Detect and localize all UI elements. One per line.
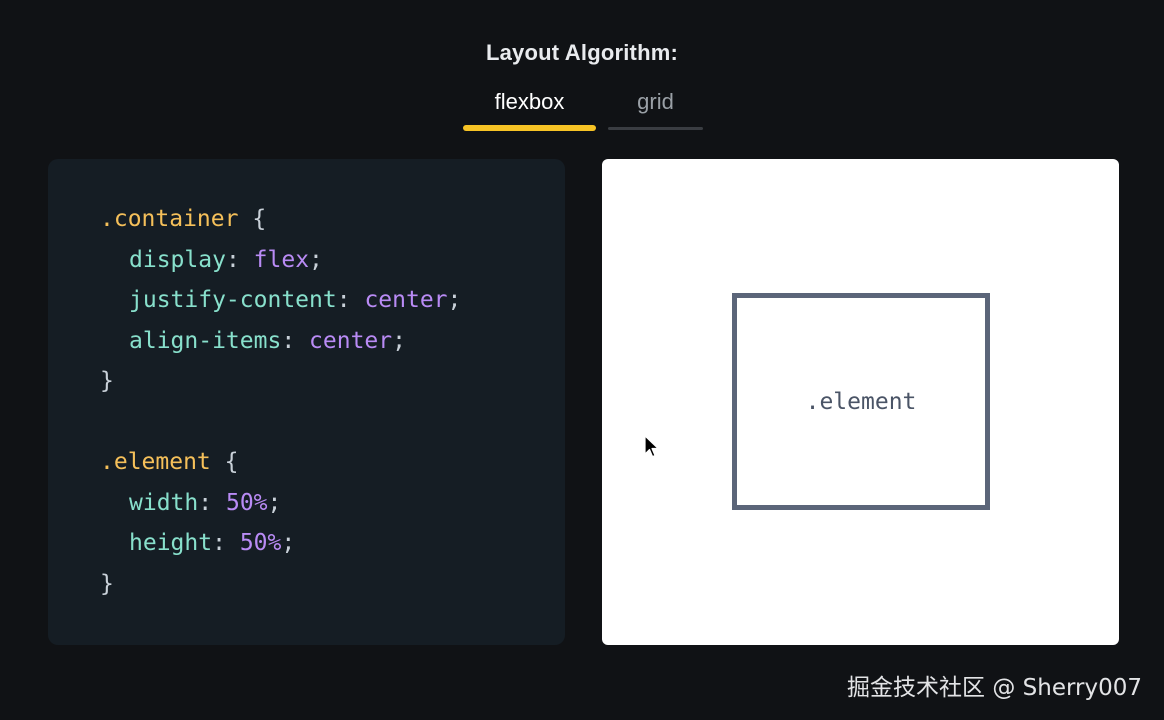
code-line-align-items: align-items: center; bbox=[100, 321, 565, 362]
close-brace: } bbox=[100, 570, 114, 597]
tab-grid[interactable]: grid bbox=[608, 86, 703, 131]
code-line-container-open: .container { bbox=[100, 199, 565, 240]
code-line-element-close: } bbox=[100, 564, 565, 605]
css-value: 50% bbox=[239, 530, 282, 556]
css-property: width bbox=[129, 489, 199, 516]
colon: : bbox=[336, 287, 351, 313]
code-line-width: width: 50%; bbox=[100, 483, 565, 524]
semicolon: ; bbox=[309, 246, 323, 273]
css-property: align-items bbox=[129, 327, 282, 354]
code-line-justify-content: justify-content: center; bbox=[100, 280, 565, 321]
code-panel: .container { display: flex; justify-cont… bbox=[48, 159, 565, 645]
code-line-height: height: 50%; bbox=[100, 523, 565, 564]
colon: : bbox=[198, 489, 213, 516]
colon: : bbox=[281, 327, 296, 354]
mouse-pointer-icon bbox=[644, 435, 659, 458]
css-value: flex bbox=[253, 246, 310, 273]
container-selector: .container bbox=[100, 206, 239, 232]
element-box-label: .element bbox=[805, 388, 917, 415]
open-brace: { bbox=[252, 206, 267, 232]
open-brace: { bbox=[224, 449, 239, 475]
tab-flexbox[interactable]: flexbox bbox=[463, 86, 596, 131]
watermark: 掘金技术社区 @ Sherry007 bbox=[847, 675, 1142, 701]
css-property: height bbox=[129, 530, 213, 556]
css-value: center bbox=[309, 327, 393, 354]
code-line-element-open: .element { bbox=[100, 442, 565, 483]
css-value: center bbox=[364, 287, 448, 313]
tab-grid-underline bbox=[608, 127, 703, 130]
tab-flexbox-underline bbox=[463, 125, 596, 131]
close-brace: } bbox=[100, 368, 114, 394]
tab-grid-label: grid bbox=[637, 89, 674, 114]
element-selector: .element bbox=[100, 449, 211, 475]
page-title: Layout Algorithm: bbox=[485, 40, 678, 65]
tab-flexbox-label: flexbox bbox=[494, 89, 565, 114]
layout-algorithm-tabs: flexbox grid bbox=[463, 86, 703, 131]
element-box: .element bbox=[732, 293, 990, 510]
code-line-display: display: flex; bbox=[100, 240, 565, 281]
colon: : bbox=[225, 246, 240, 273]
code-line-container-close: } bbox=[100, 361, 565, 402]
semicolon: ; bbox=[267, 489, 282, 516]
preview-panel: .element bbox=[602, 159, 1119, 645]
colon: : bbox=[212, 530, 226, 556]
semicolon: ; bbox=[392, 327, 406, 354]
css-property: display bbox=[129, 246, 226, 273]
css-value: 50% bbox=[225, 489, 268, 516]
css-property: justify-content bbox=[129, 287, 337, 313]
semicolon: ; bbox=[447, 287, 462, 313]
semicolon: ; bbox=[281, 530, 296, 556]
